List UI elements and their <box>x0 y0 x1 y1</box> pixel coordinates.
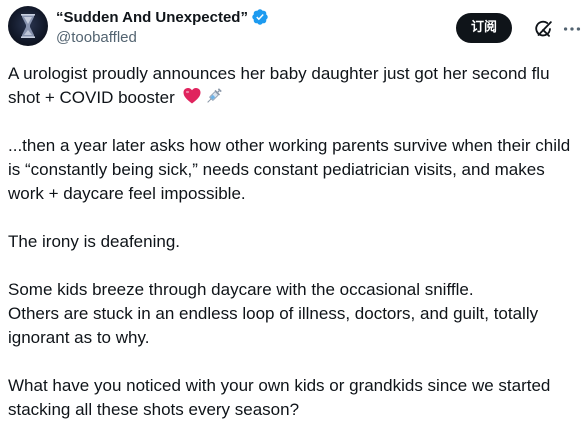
tweet-header: “Sudden And Unexpected” @toobaffled 订阅 <box>8 6 581 54</box>
tweet-paragraph-1-text: A urologist proudly announces her baby d… <box>8 64 550 107</box>
tweet-paragraph-3: The irony is deafening. <box>8 232 180 251</box>
tweet-paragraph-4-line-2: Others are stuck in an endless loop of i… <box>8 304 539 347</box>
subscribe-button[interactable]: 订阅 <box>456 13 513 43</box>
tweet-paragraph-2: ...then a year later asks how other work… <box>8 136 571 203</box>
tweet-paragraph-4: Some kids breeze through daycare with th… <box>8 278 576 350</box>
avatar[interactable] <box>8 6 48 46</box>
more-options-icon[interactable] <box>561 18 583 40</box>
red-heart-emoji-icon <box>183 88 201 104</box>
tweet-paragraph-5: What have you noticed with your own kids… <box>8 376 551 419</box>
author-names: “Sudden And Unexpected” @toobaffled <box>56 7 269 46</box>
hourglass-icon <box>21 14 35 38</box>
display-name[interactable]: “Sudden And Unexpected” <box>56 9 248 26</box>
syringe-emoji-icon <box>206 88 222 103</box>
tweet-paragraph-4-line-1: Some kids breeze through daycare with th… <box>8 280 474 299</box>
handle[interactable]: @toobaffled <box>56 29 269 46</box>
tweet-paragraph-1: A urologist proudly announces her baby d… <box>8 62 576 110</box>
display-name-row: “Sudden And Unexpected” <box>56 7 269 27</box>
verified-badge-icon[interactable] <box>251 8 269 26</box>
tweet-text: A urologist proudly announces her baby d… <box>8 62 576 422</box>
grok-icon[interactable] <box>533 18 555 40</box>
